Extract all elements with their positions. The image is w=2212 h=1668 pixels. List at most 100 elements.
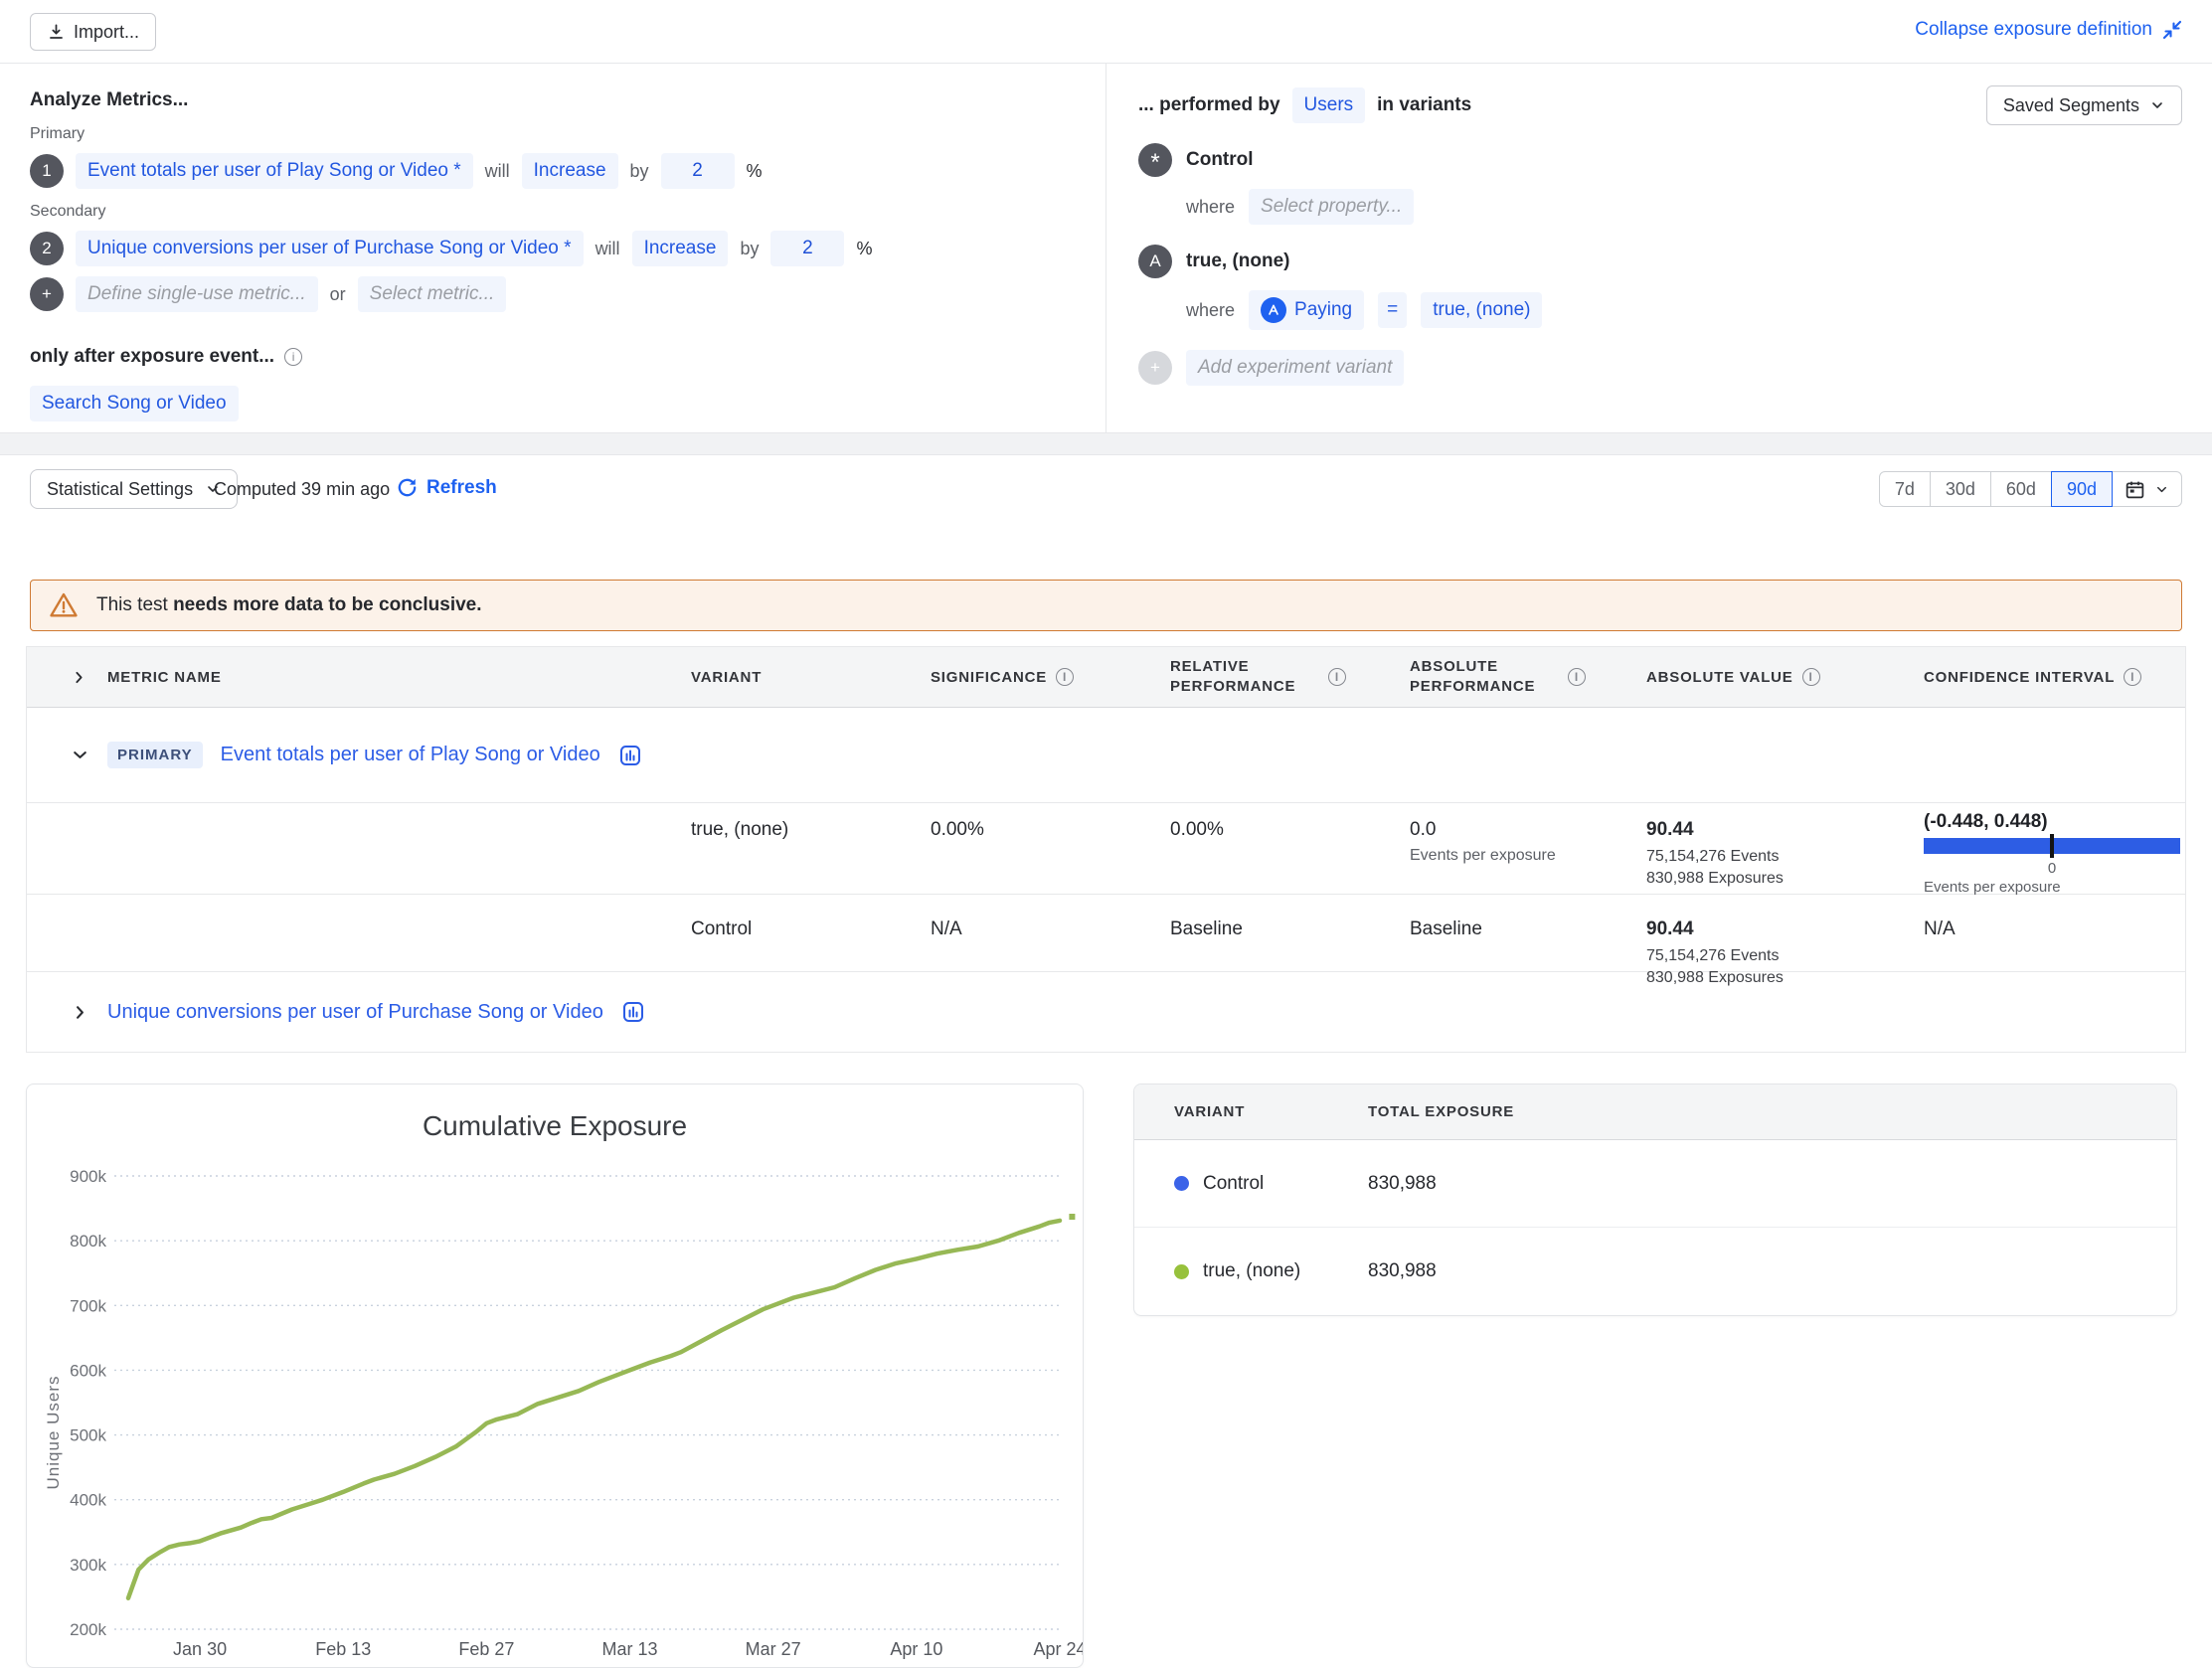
by-label: by <box>740 239 759 259</box>
exposure-row-control[interactable]: Control 830,988 <box>1134 1140 2176 1228</box>
primary-badge: PRIMARY <box>107 742 203 768</box>
primary-metric-link[interactable]: Event totals per user of Play Song or Vi… <box>221 744 600 766</box>
significance-cell: N/A <box>931 895 1170 940</box>
secondary-metric-link[interactable]: Unique conversions per user of Purchase … <box>107 1001 603 1024</box>
header-label: METRIC NAME <box>107 669 222 686</box>
info-icon[interactable]: i <box>2124 668 2141 686</box>
mde-input[interactable]: 2 <box>770 231 844 266</box>
warning-message: This test needs more data to be conclusi… <box>96 594 482 616</box>
info-icon[interactable]: i <box>1328 668 1346 686</box>
warning-text-normal: This test <box>96 594 173 615</box>
control-variant-name: Control <box>1186 149 1254 171</box>
variant-result-row: true, (none) 0.00% 0.00% 0.0 Events per … <box>27 803 2185 895</box>
where-label: where <box>1186 300 1235 321</box>
absolute-value-cell: 90.44 75,154,276 Events 830,988 Exposure… <box>1646 895 1924 990</box>
variant-a-badge: A <box>1138 245 1172 278</box>
control-variant-header: * Control <box>1138 143 2182 177</box>
cumulative-exposure-chart[interactable]: 200k300k400k500k600k700k800k900kJan 30Fe… <box>27 1084 1083 1667</box>
variant-a-where-row: where Paying = true, (none) <box>1186 290 2182 330</box>
chevron-right-icon[interactable] <box>71 1003 89 1022</box>
info-icon[interactable]: i <box>1802 668 1820 686</box>
primary-metric-chip[interactable]: Event totals per user of Play Song or Vi… <box>76 153 473 189</box>
will-label: will <box>596 239 620 259</box>
control-variant-block: * Control where Select property... <box>1138 143 2182 225</box>
will-label: will <box>485 161 510 182</box>
refresh-button[interactable]: Refresh <box>396 476 497 499</box>
bar-chart-icon[interactable] <box>618 744 642 767</box>
import-button[interactable]: Import... <box>30 13 156 51</box>
confidence-interval-cell: N/A <box>1924 895 2185 940</box>
variants-panel: ... performed by Users in variants Saved… <box>1106 64 2212 432</box>
select-metric-input[interactable]: Select metric... <box>358 276 507 312</box>
property-name: Paying <box>1294 299 1352 321</box>
svg-text:Apr 24: Apr 24 <box>1033 1639 1083 1659</box>
define-single-use-metric-input[interactable]: Define single-use metric... <box>76 276 318 312</box>
entity-select[interactable]: Users <box>1292 87 1366 123</box>
primary-metric-group-row[interactable]: PRIMARY Event totals per user of Play So… <box>27 708 2185 803</box>
range-60d-button[interactable]: 60d <box>1990 471 2052 507</box>
svg-text:Feb 27: Feb 27 <box>458 1639 514 1659</box>
events-count: 75,154,276 Events <box>1646 945 1924 967</box>
svg-text:900k: 900k <box>70 1167 106 1186</box>
info-icon[interactable]: i <box>1568 668 1586 686</box>
secondary-metric-chip[interactable]: Unique conversions per user of Purchase … <box>76 231 584 266</box>
in-variants-label: in variants <box>1377 94 1471 116</box>
svg-text:700k: 700k <box>70 1296 106 1315</box>
results-header-row: METRIC NAME VARIANT SIGNIFICANCEi RELATI… <box>27 646 2185 708</box>
chevron-down-icon[interactable] <box>71 746 89 764</box>
or-label: or <box>330 284 346 305</box>
property-chip[interactable]: Paying <box>1249 290 1364 330</box>
direction-select[interactable]: Increase <box>632 231 729 266</box>
add-variant-input[interactable]: Add experiment variant <box>1186 350 1404 386</box>
bar-chart-icon[interactable] <box>621 1000 645 1024</box>
add-variant-plus-icon[interactable]: + <box>1138 351 1172 385</box>
absolute-performance-cell: Baseline <box>1410 895 1646 940</box>
absolute-performance-value: 0.0 <box>1410 819 1646 841</box>
header-label: ABSOLUTE VALUE <box>1646 669 1793 686</box>
svg-text:200k: 200k <box>70 1620 106 1639</box>
refresh-icon <box>396 476 419 499</box>
import-label: Import... <box>74 22 139 43</box>
warning-triangle-icon <box>49 590 79 620</box>
range-90d-button[interactable]: 90d <box>2051 471 2113 507</box>
variant-a-block: A true, (none) where Paying = true, (non… <box>1138 245 2182 330</box>
relative-performance-cell: Baseline <box>1170 895 1410 940</box>
total-exposure-value: 830,988 <box>1368 1173 1437 1195</box>
variant-name: true, (none) <box>1203 1260 1300 1282</box>
select-property-input[interactable]: Select property... <box>1249 189 1414 225</box>
mde-input[interactable]: 2 <box>661 153 735 189</box>
chevron-right-icon[interactable] <box>71 669 87 686</box>
property-value-chip[interactable]: true, (none) <box>1421 292 1542 328</box>
secondary-metric-row: 2 Unique conversions per user of Purchas… <box>30 231 1086 266</box>
svg-text:600k: 600k <box>70 1361 106 1380</box>
add-metric-plus-icon[interactable]: + <box>30 277 64 311</box>
calendar-icon <box>2125 479 2145 500</box>
chevron-down-icon <box>2154 482 2169 497</box>
exposure-header-total: TOTAL EXPOSURE <box>1368 1103 1514 1120</box>
inconclusive-warning-banner: This test needs more data to be conclusi… <box>30 580 2182 631</box>
percent-label: % <box>856 239 872 259</box>
calendar-range-button[interactable] <box>2112 471 2182 507</box>
saved-segments-button[interactable]: Saved Segments <box>1986 85 2182 125</box>
performed-by-label: ... performed by <box>1138 94 1280 116</box>
download-icon <box>47 23 66 42</box>
control-result-row: Control N/A Baseline Baseline 90.44 75,1… <box>27 895 2185 972</box>
direction-select[interactable]: Increase <box>522 153 618 189</box>
collapse-exposure-link[interactable]: Collapse exposure definition <box>1915 18 2184 42</box>
primary-metric-row: 1 Event totals per user of Play Song or … <box>30 153 1086 189</box>
date-range-group: 7d 30d 60d 90d <box>1879 471 2182 507</box>
info-icon[interactable]: i <box>1056 668 1074 686</box>
refresh-label: Refresh <box>426 477 497 499</box>
header-label: CONFIDENCE INTERVAL <box>1924 669 2115 686</box>
header-label: RELATIVE PERFORMANCE <box>1170 657 1319 698</box>
experiment-analysis-page: Import... Collapse exposure definition A… <box>0 0 2212 1668</box>
exposure-event-chip[interactable]: Search Song or Video <box>30 386 239 421</box>
info-icon[interactable]: i <box>284 348 302 366</box>
operator-chip[interactable]: = <box>1378 292 1407 328</box>
range-30d-button[interactable]: 30d <box>1930 471 1991 507</box>
statistical-settings-button[interactable]: Statistical Settings <box>30 469 238 509</box>
exposure-row-variant-a[interactable]: true, (none) 830,988 <box>1134 1228 2176 1315</box>
results-table: METRIC NAME VARIANT SIGNIFICANCEi RELATI… <box>26 646 2186 1053</box>
range-7d-button[interactable]: 7d <box>1879 471 1931 507</box>
analyze-metrics-panel: Analyze Metrics... Primary 1 Event total… <box>0 64 1106 432</box>
